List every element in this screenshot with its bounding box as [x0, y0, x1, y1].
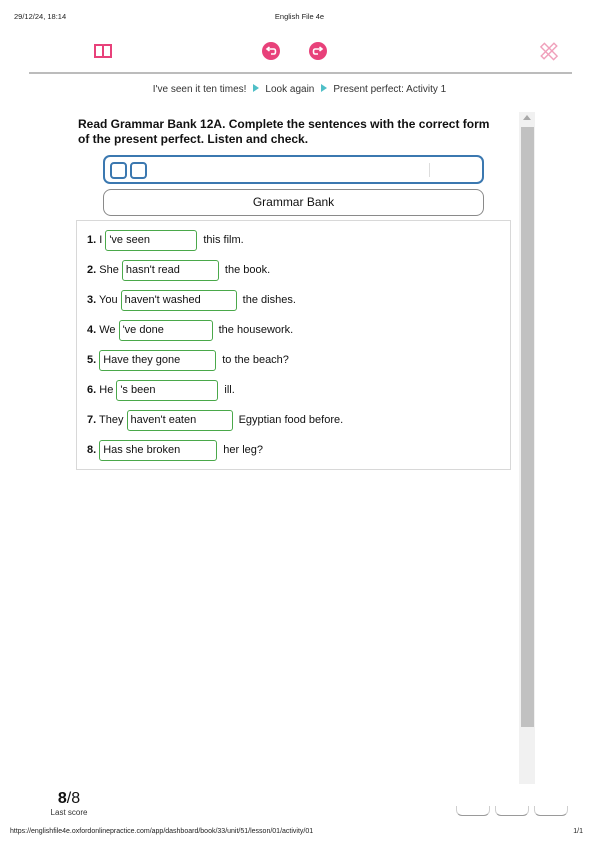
- print-title: English File 4e: [274, 12, 325, 21]
- breadcrumb-separator-icon: [321, 84, 328, 92]
- answer-field[interactable]: hasn't read: [121, 260, 219, 281]
- exercise-items: 1. I've seen this film. 2. She hasn't rea…: [76, 220, 511, 470]
- print-page-number: 1/1: [573, 828, 583, 835]
- breadcrumb-unit[interactable]: I've seen it ten times!: [153, 84, 247, 95]
- book-icon[interactable]: [93, 42, 113, 60]
- footer-button-2[interactable]: [495, 806, 529, 816]
- item-number: 2.: [87, 264, 97, 276]
- item-number: 8.: [87, 444, 97, 456]
- audio-progress-track[interactable]: [429, 163, 430, 177]
- item-prefix: He: [99, 384, 114, 396]
- item-suffix: the book.: [224, 264, 271, 276]
- pencil-ruler-icon[interactable]: [539, 41, 559, 61]
- audio-player: [103, 155, 484, 184]
- answer-field[interactable]: 've seen: [105, 230, 198, 251]
- answer-field[interactable]: Have they gone: [99, 350, 217, 371]
- redo-icon[interactable]: [309, 42, 327, 60]
- footer-button-3[interactable]: [534, 806, 568, 816]
- list-item: 2. She hasn't read the book.: [87, 260, 270, 281]
- item-prefix: They: [99, 414, 124, 426]
- score-value: 8/8: [44, 791, 94, 807]
- list-item: 3. You haven't washed the dishes.: [87, 290, 296, 311]
- item-prefix: We: [99, 324, 116, 336]
- item-prefix: I: [99, 234, 103, 246]
- breadcrumb-separator-icon: [253, 84, 260, 92]
- score-correct: 8: [57, 790, 67, 807]
- list-item: 6. He's been ill.: [87, 380, 235, 401]
- answer-field[interactable]: 's been: [116, 380, 219, 401]
- print-url: https://englishfile4e.oxfordonlinepracti…: [10, 828, 314, 835]
- item-suffix: her leg?: [223, 444, 264, 456]
- item-suffix: to the beach?: [222, 354, 289, 366]
- score-display: 8/8 Last score: [44, 791, 94, 818]
- grammar-bank-button[interactable]: Grammar Bank: [103, 189, 484, 216]
- undo-icon[interactable]: [262, 42, 280, 60]
- item-suffix: this film.: [203, 234, 244, 246]
- print-header: 29/12/24, 18:14 English File 4e: [0, 12, 599, 24]
- list-item: 8. Has she broken her leg?: [87, 440, 263, 461]
- list-item: 4. We've done the housework.: [87, 320, 293, 341]
- score-total: /8: [66, 790, 81, 807]
- list-item: 7. They haven't eaten Egyptian food befor…: [87, 410, 343, 431]
- item-number: 4.: [87, 324, 97, 336]
- answer-field[interactable]: 've done: [118, 320, 213, 341]
- item-prefix: You: [99, 294, 118, 306]
- breadcrumb-activity: Present perfect: Activity 1: [333, 84, 447, 95]
- vertical-scrollbar[interactable]: [519, 112, 535, 784]
- scrollbar-thumb[interactable]: [521, 127, 534, 727]
- item-number: 1.: [87, 234, 97, 246]
- answer-field[interactable]: Has she broken: [99, 440, 218, 461]
- item-suffix: Egyptian food before.: [238, 414, 344, 426]
- audio-control-button[interactable]: [130, 162, 147, 179]
- item-suffix: the dishes.: [242, 294, 296, 306]
- list-item: 1. I've seen this film.: [87, 230, 244, 251]
- breadcrumb: I've seen it ten times! Look again Present…: [0, 84, 599, 95]
- scroll-up-arrow-icon[interactable]: [523, 115, 531, 120]
- activity-instruction: Read Grammar Bank 12A. Complete the sent…: [78, 117, 490, 146]
- answer-field[interactable]: haven't washed: [120, 290, 237, 311]
- list-item: 5. Have they gone to the beach?: [87, 350, 289, 371]
- footer-button-1[interactable]: [456, 806, 490, 816]
- answer-field[interactable]: haven't eaten: [126, 410, 233, 431]
- item-number: 6.: [87, 384, 97, 396]
- item-suffix: ill.: [224, 384, 235, 396]
- item-prefix: She: [99, 264, 119, 276]
- item-number: 7.: [87, 414, 97, 426]
- breadcrumb-lesson[interactable]: Look again: [265, 84, 314, 95]
- item-number: 5.: [87, 354, 97, 366]
- item-suffix: the housework.: [218, 324, 294, 336]
- score-label: Last score: [50, 808, 88, 817]
- item-number: 3.: [87, 294, 97, 306]
- toolbar: [29, 36, 572, 74]
- audio-play-button[interactable]: [110, 162, 127, 179]
